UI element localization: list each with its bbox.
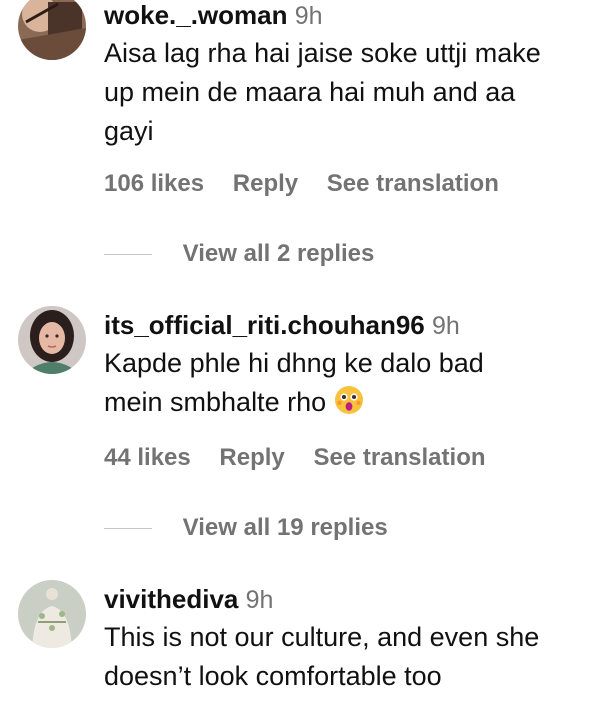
view-replies-button[interactable]: View all 2 replies — [104, 240, 374, 268]
divider-line — [104, 528, 152, 530]
divider-line — [104, 254, 152, 256]
view-replies-label: View all 2 replies — [182, 240, 375, 267]
view-replies-button[interactable]: View all 19 replies — [104, 514, 388, 542]
comment-header: vivithediva 9h — [104, 584, 582, 615]
likes-count[interactable]: 106 likes — [104, 170, 204, 197]
avatar[interactable] — [18, 580, 86, 648]
see-translation-link[interactable]: See translation — [327, 170, 499, 197]
comment-text: Aisa lag rha hai jaise soke uttji make u… — [104, 38, 541, 146]
comment-body: its_official_riti.chouhan96 9h Kapde phl… — [104, 310, 582, 426]
avatar[interactable] — [18, 0, 86, 60]
comment-body: woke._.woman 9h Aisa lag rha hai jaise s… — [104, 0, 582, 151]
comment-text: This is not our culture, and even she do… — [104, 622, 540, 691]
astonished-face-emoji-icon — [334, 385, 364, 426]
timestamp: 9h — [431, 312, 460, 340]
comment-actions: 106 likes Reply See translation — [104, 170, 521, 198]
avatar[interactable] — [18, 306, 86, 374]
comment-text: Kapde phle hi dhng ke dalo bad mein smbh… — [104, 344, 544, 426]
username[interactable]: vivithediva — [104, 584, 238, 614]
reply-button[interactable]: Reply — [219, 444, 284, 471]
username[interactable]: its_official_riti.chouhan96 — [104, 310, 425, 340]
comment-actions: 44 likes Reply See translation — [104, 444, 508, 472]
comment-header: woke._.woman 9h — [104, 0, 582, 31]
timestamp: 9h — [294, 2, 323, 30]
timestamp: 9h — [245, 586, 274, 614]
comment-header: its_official_riti.chouhan96 9h — [104, 310, 582, 341]
username[interactable]: woke._.woman — [104, 0, 288, 30]
comment-text-content: Kapde phle hi dhng ke dalo bad mein smbh… — [104, 348, 484, 417]
view-replies-label: View all 19 replies — [182, 514, 388, 541]
see-translation-link[interactable]: See translation — [313, 444, 485, 471]
reply-button[interactable]: Reply — [233, 170, 298, 197]
likes-count[interactable]: 44 likes — [104, 444, 191, 471]
comment-body: vivithediva 9h This is not our culture, … — [104, 584, 582, 696]
